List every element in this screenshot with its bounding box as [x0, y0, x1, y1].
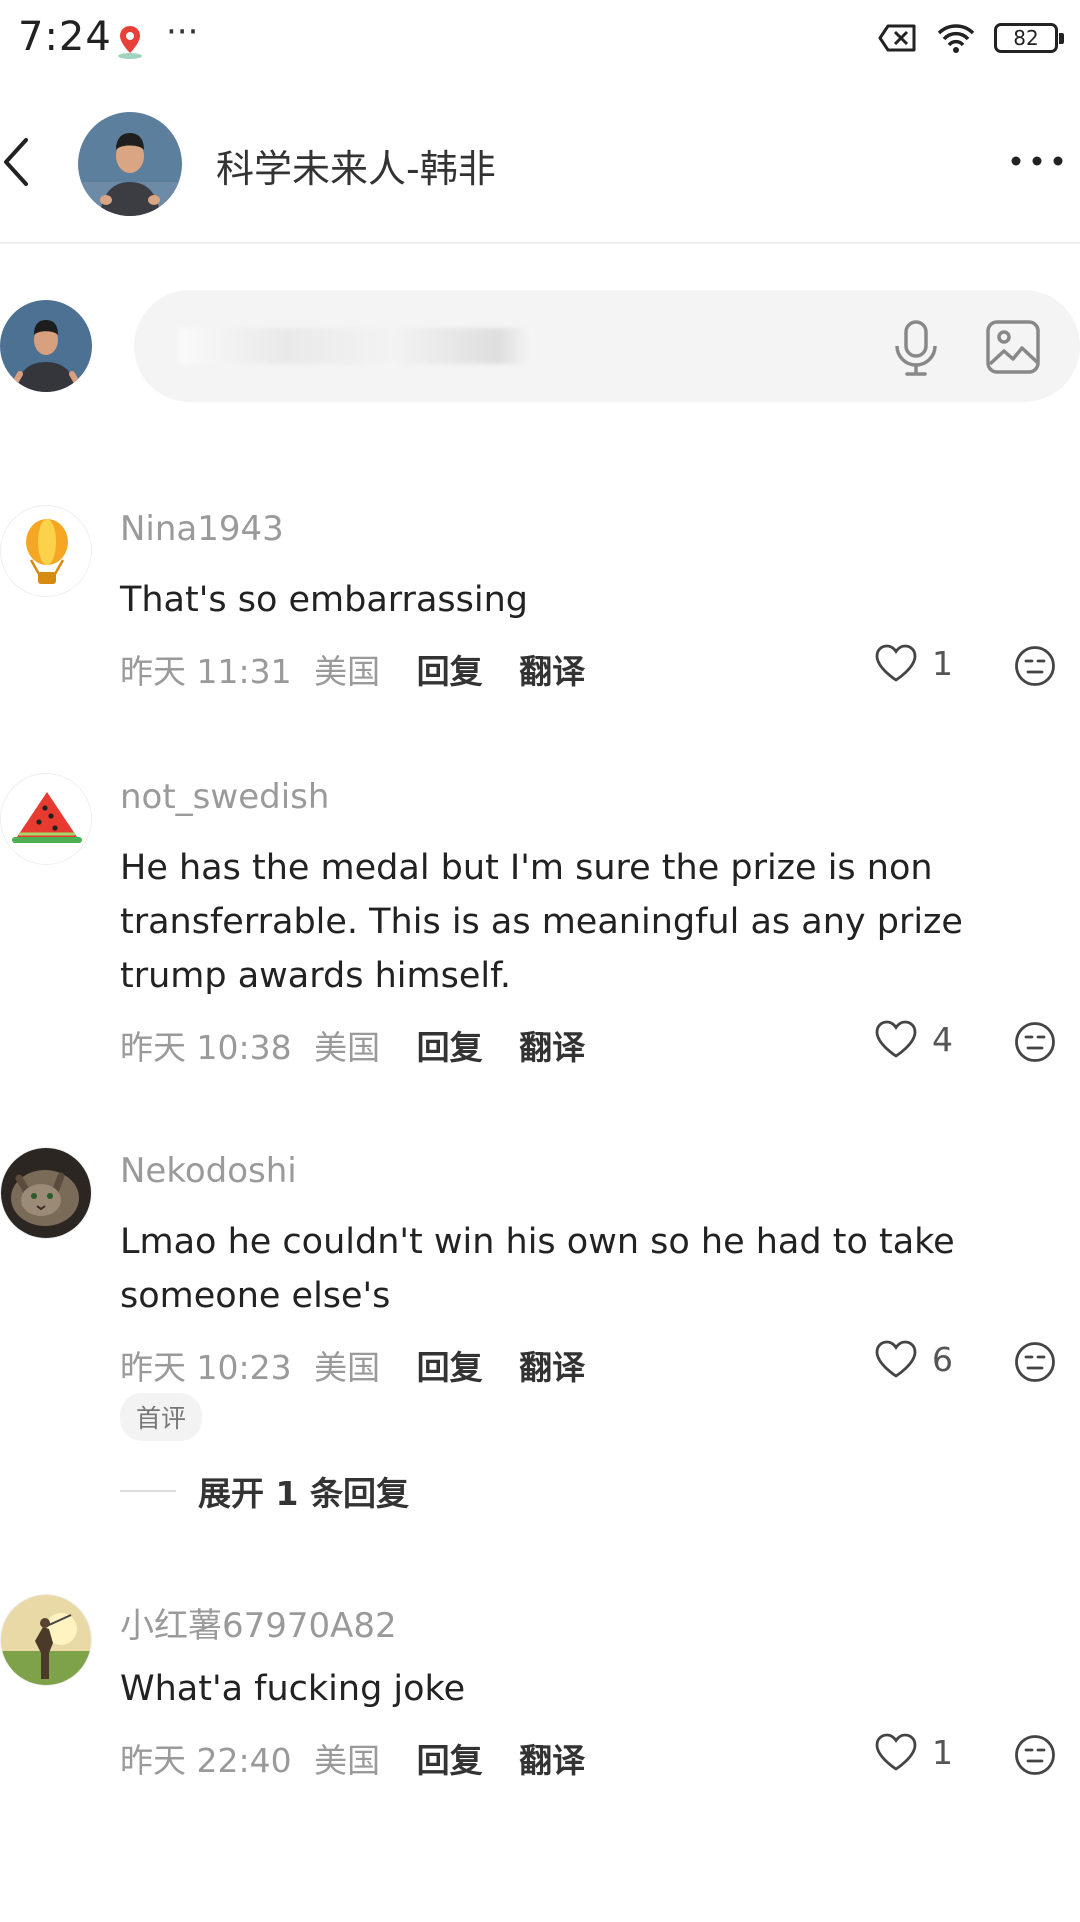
like-count: 6	[932, 1339, 953, 1379]
comment-time: 10:23	[196, 1348, 292, 1387]
commenter-avatar[interactable]	[0, 773, 92, 865]
back-arrow-icon[interactable]	[0, 132, 40, 192]
comment-meta: 昨天 10:23 美国 回复 翻译	[120, 1341, 585, 1389]
commenter-avatar[interactable]	[0, 1594, 92, 1686]
emoji-face-icon[interactable]	[1014, 645, 1056, 687]
comment-username[interactable]: Nina1943	[120, 509, 284, 549]
image-icon[interactable]	[984, 318, 1042, 376]
comment-location: 美国	[314, 652, 381, 691]
comment-location: 美国	[314, 1028, 381, 1067]
translate-button[interactable]: 翻译	[519, 1741, 585, 1780]
comment-text: He has the medal but I'm sure the prize …	[120, 848, 963, 996]
comment-location: 美国	[314, 1741, 381, 1780]
author-name[interactable]: 科学未来人-韩非	[216, 138, 496, 193]
like-button[interactable]: 4	[874, 1019, 953, 1059]
comment-date: 昨天	[120, 652, 186, 691]
expand-replies-button[interactable]: 展开 1 条回复	[120, 1467, 409, 1515]
map-pin-icon	[118, 26, 142, 59]
comment-meta: 昨天 11:31 美国 回复 翻译	[120, 645, 585, 693]
emoji-face-icon[interactable]	[1014, 1341, 1056, 1383]
user-avatar	[0, 300, 92, 392]
heart-icon	[875, 1340, 917, 1378]
wifi-icon	[937, 24, 975, 53]
comment-text: What'a fucking joke	[120, 1669, 466, 1709]
emoji-face-icon[interactable]	[1014, 1734, 1056, 1776]
microphone-icon[interactable]	[890, 318, 942, 378]
reply-button[interactable]: 回复	[417, 1741, 483, 1780]
comment-time: 22:40	[196, 1741, 292, 1780]
heart-icon	[875, 1733, 917, 1771]
reply-button[interactable]: 回复	[417, 652, 483, 691]
heart-icon	[875, 644, 917, 682]
translate-button[interactable]: 翻译	[519, 1028, 585, 1067]
expand-replies-label: 展开 1 条回复	[198, 1474, 409, 1513]
comment-composer	[0, 290, 1080, 410]
more-dots-icon[interactable]	[1008, 146, 1066, 176]
comment-date: 昨天	[120, 1741, 186, 1780]
reply-button[interactable]: 回复	[417, 1348, 483, 1387]
sim-x-icon	[878, 24, 916, 52]
more-dots-icon: ···	[166, 12, 199, 52]
commenter-avatar[interactable]	[0, 1147, 92, 1239]
comment-meta: 昨天 10:38 美国 回复 翻译	[120, 1021, 585, 1069]
comment-username[interactable]: Nekodoshi	[120, 1151, 297, 1191]
like-button[interactable]: 1	[874, 1732, 953, 1772]
status-time: 7:24	[18, 14, 112, 60]
battery-icon: 82	[994, 23, 1064, 53]
commenter-avatar[interactable]	[0, 505, 92, 597]
comment-time: 10:38	[196, 1028, 292, 1067]
comment-text: That's so embarrassing	[120, 580, 528, 620]
reply-button[interactable]: 回复	[417, 1028, 483, 1067]
comment-username[interactable]: not_swedish	[120, 777, 329, 817]
like-count: 1	[932, 1732, 953, 1772]
status-icons: 82	[878, 22, 1064, 54]
author-avatar[interactable]	[78, 112, 182, 216]
comment-date: 昨天	[120, 1348, 186, 1387]
heart-icon	[875, 1020, 917, 1058]
comment-location: 美国	[314, 1348, 381, 1387]
first-comment-badge: 首评	[120, 1393, 203, 1441]
emoji-face-icon[interactable]	[1014, 1021, 1056, 1063]
comment-username[interactable]: 小红薯67970A82	[120, 1598, 397, 1647]
comment-meta: 昨天 22:40 美国 回复 翻译	[120, 1734, 585, 1782]
comment-text: Lmao he couldn't win his own so he had t…	[120, 1222, 955, 1316]
translate-button[interactable]: 翻译	[519, 652, 585, 691]
like-button[interactable]: 6	[874, 1339, 953, 1379]
like-button[interactable]: 1	[874, 643, 953, 683]
divider-line	[120, 1490, 176, 1492]
status-bar: 7:24 ··· 82	[0, 0, 1080, 80]
comment-time: 11:31	[196, 652, 292, 691]
app-header: 科学未来人-韩非	[0, 86, 1080, 244]
like-count: 4	[932, 1019, 953, 1059]
comment-date: 昨天	[120, 1028, 186, 1067]
like-count: 1	[932, 643, 953, 683]
translate-button[interactable]: 翻译	[519, 1348, 585, 1387]
blurred-placeholder	[178, 328, 534, 364]
